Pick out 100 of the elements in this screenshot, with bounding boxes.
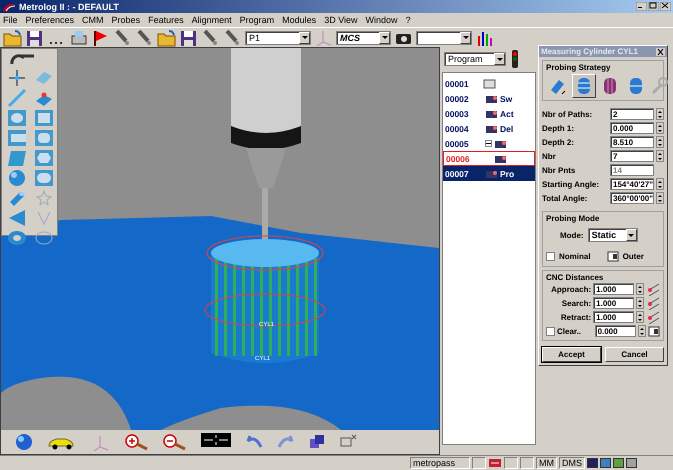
menu-item[interactable]: Window: [366, 15, 398, 25]
squares-icon[interactable]: [309, 433, 325, 451]
restore-button[interactable]: [648, 2, 659, 11]
group-title: CNC Distances: [546, 273, 604, 282]
status-angles: DMS: [559, 457, 585, 469]
probe-icon[interactable]: [201, 28, 220, 47]
menu-item[interactable]: 3D View: [324, 15, 358, 25]
folder-icon[interactable]: [3, 28, 22, 47]
close-button[interactable]: [660, 2, 671, 11]
checkbox[interactable]: [546, 326, 555, 336]
menu-item[interactable]: Preferences: [26, 15, 74, 25]
spin-button[interactable]: [656, 136, 664, 148]
probe-icon[interactable]: [113, 28, 132, 47]
step-icon: [485, 94, 498, 104]
cancel-button[interactable]: Cancel: [605, 347, 664, 362]
step-label: Act: [500, 108, 514, 118]
status-units: MM: [536, 457, 557, 469]
save-icon[interactable]: [25, 28, 44, 47]
strategy-option[interactable]: [572, 74, 596, 98]
zoom-in-icon[interactable]: [125, 433, 149, 451]
probe-path-icon: [646, 282, 660, 296]
checkbox-label: Nominal: [559, 252, 591, 261]
spin-button[interactable]: [638, 325, 646, 337]
crosshair-icon[interactable]: [7, 68, 27, 88]
star-icon[interactable]: [34, 188, 54, 208]
tree-row[interactable]: 00002 Sw: [443, 91, 535, 106]
input-field[interactable]: 0.000: [610, 122, 654, 134]
probe-icon[interactable]: [223, 28, 242, 47]
program-select[interactable]: Program: [444, 52, 506, 66]
side-icon[interactable]: [606, 251, 619, 262]
view-mode-icon[interactable]: [613, 458, 624, 468]
spin-button[interactable]: [636, 311, 644, 323]
minimize-button[interactable]: [636, 2, 647, 11]
card-icon: [483, 78, 496, 88]
checkbox[interactable]: [546, 252, 555, 261]
step-number: 00007: [445, 168, 470, 178]
input-field[interactable]: 1.000: [593, 311, 634, 323]
tree-row[interactable]: 00001: [443, 76, 535, 91]
folder-icon[interactable]: [157, 28, 176, 47]
spin-button[interactable]: [656, 108, 664, 120]
menu-item[interactable]: Modules: [282, 15, 316, 25]
probe-path-icon: [646, 310, 660, 324]
input-field[interactable]: 360°00'00": [610, 192, 654, 204]
zoom-out-icon[interactable]: [163, 433, 187, 451]
menu-item[interactable]: File: [3, 15, 18, 25]
side-icon[interactable]: [648, 326, 660, 336]
spin-button[interactable]: [656, 178, 664, 190]
input-field[interactable]: 154°40'27": [610, 178, 654, 190]
spin-button[interactable]: [656, 122, 664, 134]
dialog-title: Measuring Cylinder CYL1: [541, 47, 639, 56]
wrench-icon[interactable]: [650, 76, 668, 96]
view-select[interactable]: [416, 30, 472, 44]
step-icon: [485, 168, 498, 178]
menu-item[interactable]: Program: [240, 15, 274, 25]
menu-item[interactable]: Alignment: [192, 15, 232, 25]
field-label: Starting Angle:: [542, 180, 600, 188]
probe-icon[interactable]: [135, 28, 154, 47]
view-mode-icon[interactable]: [600, 458, 611, 468]
close-icon[interactable]: [656, 48, 665, 56]
field-label: Search:: [560, 298, 592, 308]
tree-row[interactable]: 00005: [443, 136, 535, 151]
mode-select[interactable]: Static: [588, 228, 638, 242]
spin-button[interactable]: [656, 150, 664, 162]
view-mode-icon[interactable]: [626, 458, 637, 468]
torus-icon[interactable]: [7, 228, 27, 248]
spin-button[interactable]: [636, 297, 644, 309]
menu-item[interactable]: CMM: [82, 15, 104, 25]
group-title: Probing Strategy: [546, 63, 612, 72]
accept-button[interactable]: Accept: [542, 347, 601, 362]
printer-icon[interactable]: [69, 28, 88, 47]
tree-row[interactable]: 00006: [443, 151, 535, 166]
tree-row[interactable]: 00007 Pro: [443, 166, 535, 181]
save-icon[interactable]: [179, 28, 198, 47]
menu-item[interactable]: ?: [406, 15, 411, 25]
input-field[interactable]: 8.510: [610, 136, 654, 148]
menu-item[interactable]: Features: [148, 15, 184, 25]
step-label: Del: [500, 124, 514, 134]
input-field[interactable]: 1.000: [593, 297, 634, 309]
field-label: Total Angle:: [542, 194, 588, 202]
input-field[interactable]: 1.000: [593, 283, 634, 295]
menu-item[interactable]: Probes: [112, 15, 140, 25]
spin-button[interactable]: [636, 283, 644, 295]
tree-row[interactable]: 00003 Act: [443, 106, 535, 121]
step-number: 00006: [446, 154, 471, 164]
step-number: 00003: [445, 108, 470, 118]
connection-icon: [488, 458, 502, 468]
tree-row[interactable]: 00004 Del: [443, 121, 535, 136]
probe-select[interactable]: P1: [245, 30, 311, 44]
input-field[interactable]: 7: [610, 150, 654, 162]
checkbox-label: Clear..: [557, 326, 582, 336]
step-number: 00002: [445, 94, 470, 104]
spin-button[interactable]: [656, 192, 664, 204]
window-title: Metrolog II : - DEFAULT: [19, 2, 120, 12]
input-field[interactable]: 0.000: [594, 325, 636, 337]
field-label: Approach:: [550, 284, 592, 294]
expander-icon[interactable]: [485, 140, 492, 147]
frame-select[interactable]: MCS: [336, 30, 391, 44]
input-field[interactable]: 2: [610, 108, 654, 120]
field-label: Nbr of Paths:: [542, 110, 594, 118]
globe-icon[interactable]: [15, 433, 33, 451]
